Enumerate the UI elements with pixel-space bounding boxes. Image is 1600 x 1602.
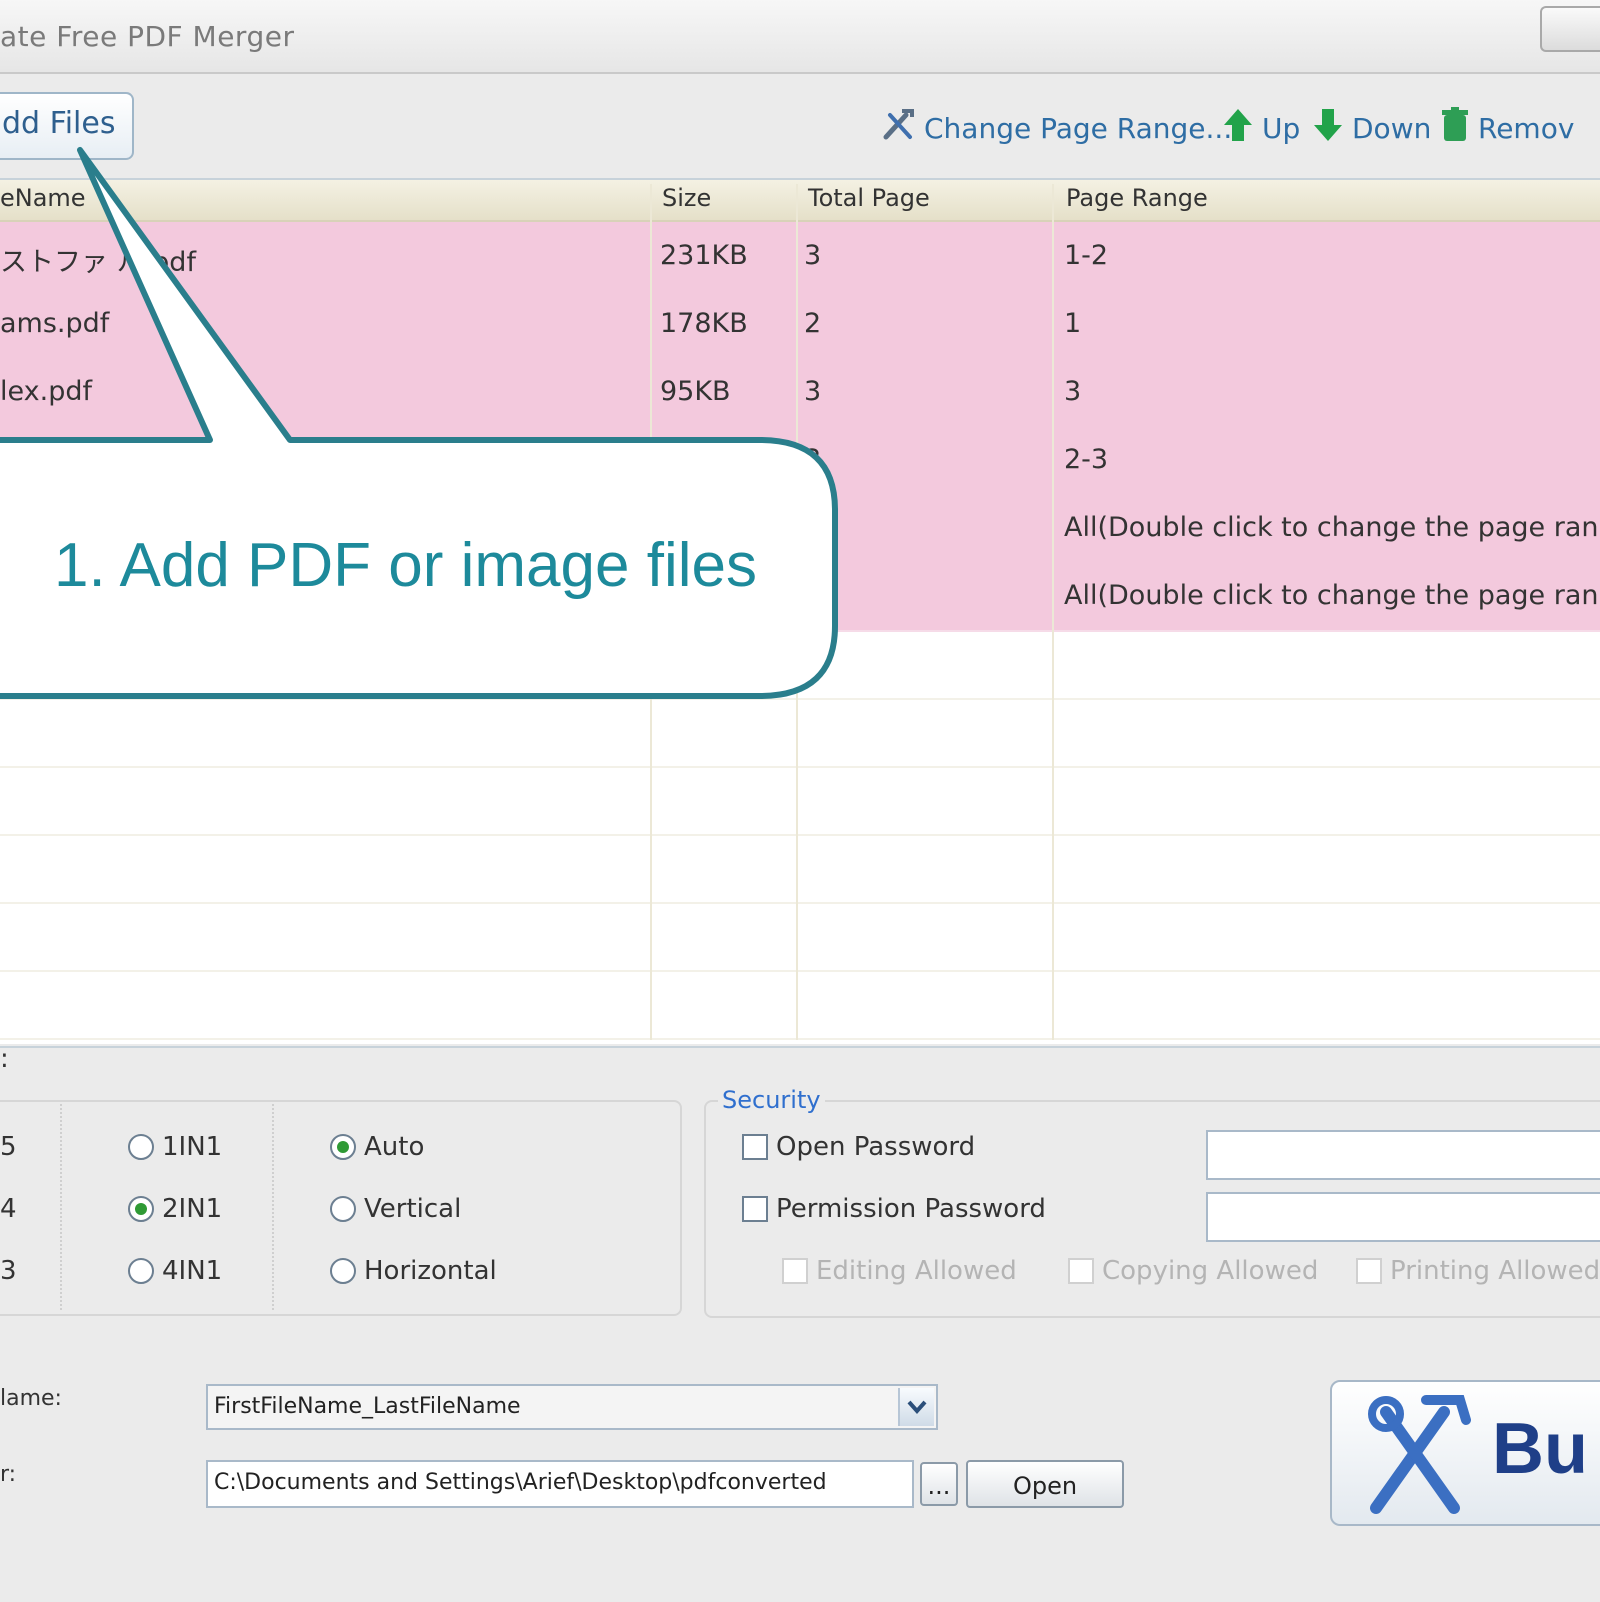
cell-page-range: 1 <box>1064 308 1082 339</box>
radio-1in1-label: 1IN1 <box>162 1132 223 1162</box>
permission-password-checkbox[interactable] <box>742 1196 768 1222</box>
radio-2in1[interactable] <box>128 1196 154 1222</box>
window-title: ate Free PDF Merger <box>0 20 295 53</box>
printing-allowed-label: Printing Allowed <box>1390 1256 1600 1286</box>
security-title: Security <box>718 1086 825 1114</box>
radio-4in1-label: 4IN1 <box>162 1256 223 1286</box>
radio-4in1[interactable] <box>128 1258 154 1284</box>
left-option-label: 3 <box>0 1256 17 1286</box>
printing-allowed-checkbox[interactable] <box>1356 1258 1382 1284</box>
remove-button[interactable]: Remov <box>1440 106 1575 150</box>
open-folder-button[interactable]: Open <box>966 1460 1124 1508</box>
options-label-fragment: : <box>0 1044 9 1074</box>
output-folder-label: r: <box>0 1462 17 1487</box>
build-tools-icon <box>1356 1390 1476 1524</box>
radio-vertical-label: Vertical <box>364 1194 462 1224</box>
column-divider <box>1052 184 1054 1040</box>
move-up-button[interactable]: Up <box>1222 108 1300 148</box>
table-row[interactable] <box>0 766 1600 836</box>
group-divider <box>272 1104 276 1310</box>
change-page-range-label: Change Page Range... <box>924 111 1233 145</box>
cell-page-range: 1-2 <box>1064 240 1109 271</box>
callout-bubble <box>0 147 838 699</box>
output-name-value: FirstFileName_LastFileName <box>214 1394 521 1419</box>
radio-horizontal[interactable] <box>330 1258 356 1284</box>
column-header-page-range[interactable]: Page Range <box>1066 184 1208 212</box>
up-label: Up <box>1262 111 1301 145</box>
group-divider <box>60 1104 64 1310</box>
output-name-select[interactable]: FirstFileName_LastFileName <box>206 1384 938 1430</box>
callout-text: 1. Add PDF or image files <box>54 531 757 600</box>
remove-label: Remov <box>1478 111 1575 145</box>
editing-allowed-checkbox[interactable] <box>782 1258 808 1284</box>
open-password-label: Open Password <box>776 1132 976 1162</box>
cell-page-range: 3 <box>1064 376 1082 407</box>
output-folder-input[interactable]: C:\Documents and Settings\Arief\Desktop\… <box>206 1460 914 1508</box>
arrow-down-icon <box>1312 107 1344 150</box>
table-row[interactable] <box>0 902 1600 972</box>
permission-password-input[interactable] <box>1206 1192 1600 1242</box>
radio-vertical[interactable] <box>330 1196 356 1222</box>
window-minimize-button[interactable] <box>1540 6 1600 52</box>
build-button[interactable]: Bu <box>1330 1380 1600 1526</box>
change-page-range-button[interactable]: Change Page Range... <box>880 108 1232 148</box>
left-option-label: 5 <box>0 1132 17 1162</box>
build-button-label: Bu <box>1492 1409 1588 1489</box>
cell-page-range: All(Double click to change the page rang… <box>1064 512 1600 543</box>
trash-icon <box>1440 106 1470 150</box>
editing-allowed-label: Editing Allowed <box>816 1256 1017 1286</box>
cell-page-range: 2-3 <box>1064 444 1109 475</box>
table-row[interactable] <box>0 834 1600 904</box>
chevron-down-icon[interactable] <box>898 1388 934 1426</box>
radio-2in1-label: 2IN1 <box>162 1194 223 1224</box>
radio-1in1[interactable] <box>128 1134 154 1160</box>
tools-icon <box>880 107 916 150</box>
radio-horizontal-label: Horizontal <box>364 1256 497 1286</box>
move-down-button[interactable]: Down <box>1312 108 1431 148</box>
open-password-checkbox[interactable] <box>742 1134 768 1160</box>
radio-auto-label: Auto <box>364 1132 425 1162</box>
copying-allowed-label: Copying Allowed <box>1102 1256 1319 1286</box>
cell-page-range: All(Double click to change the page rang… <box>1064 580 1600 611</box>
table-row[interactable] <box>0 970 1600 1040</box>
left-option-label: 4 <box>0 1194 17 1224</box>
down-label: Down <box>1352 111 1432 145</box>
add-files-label: dd Files <box>2 106 116 141</box>
permission-password-label: Permission Password <box>776 1194 1046 1224</box>
copying-allowed-checkbox[interactable] <box>1068 1258 1094 1284</box>
radio-auto[interactable] <box>330 1134 356 1160</box>
browse-button[interactable]: ... <box>920 1462 958 1506</box>
output-folder-value: C:\Documents and Settings\Arief\Desktop\… <box>214 1470 827 1495</box>
arrow-up-icon <box>1222 107 1254 150</box>
output-name-label: lame: <box>0 1386 62 1411</box>
open-password-input[interactable] <box>1206 1130 1600 1180</box>
